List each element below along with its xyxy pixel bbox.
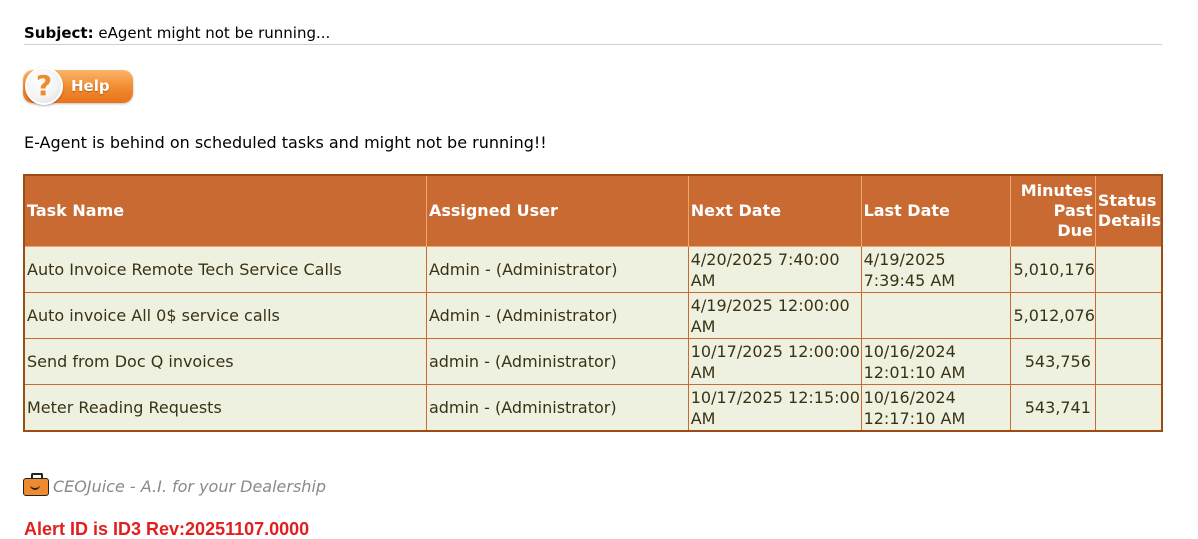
header-minutes-line1: Minutes xyxy=(1020,181,1093,200)
header-assigned-user: Assigned User xyxy=(425,174,689,247)
header-minutes-line2: Past xyxy=(1053,201,1093,220)
alert-id: Alert ID is ID3 Rev:20251107.0000 xyxy=(24,519,310,539)
cell-last-date xyxy=(860,292,1012,339)
header-status-line2: Details xyxy=(1097,211,1161,230)
subject-text: eAgent might not be running... xyxy=(98,24,331,42)
table-row: Auto invoice All 0$ service calls Admin … xyxy=(23,292,1163,339)
email-subject: Subject: eAgent might not be running... xyxy=(24,24,1162,45)
cell-next-date: 4/19/2025 12:00:00 AM xyxy=(687,292,862,339)
cell-last-date: 4/19/2025 7:39:45 AM xyxy=(860,246,1012,293)
cell-minutes-past-due: 543,741 xyxy=(1010,384,1096,432)
cell-last-date: 10/16/2024 12:01:10 AM xyxy=(860,338,1012,385)
cell-assigned-user: Admin - (Administrator) xyxy=(425,246,689,293)
tasks-table: Task Name Assigned User Next Date Last D… xyxy=(23,174,1163,432)
briefcase-smile-icon xyxy=(23,473,49,496)
cell-task-name: Auto Invoice Remote Tech Service Calls xyxy=(23,246,427,293)
cell-assigned-user: Admin - (Administrator) xyxy=(425,292,689,339)
cell-last-date: 10/16/2024 12:17:10 AM xyxy=(860,384,1012,432)
header-status-details: Status Details xyxy=(1094,174,1163,247)
table-row: Auto Invoice Remote Tech Service Calls A… xyxy=(23,246,1163,293)
cell-minutes-past-due: 5,012,076 xyxy=(1010,292,1096,339)
cell-assigned-user: admin - (Administrator) xyxy=(425,384,689,432)
cell-task-name: Send from Doc Q invoices xyxy=(23,338,427,385)
cell-status-details xyxy=(1094,246,1163,293)
question-mark-icon: ? xyxy=(25,67,63,105)
cell-assigned-user: admin - (Administrator) xyxy=(425,338,689,385)
help-button[interactable]: ? Help xyxy=(23,67,133,105)
subject-label: Subject: xyxy=(24,24,94,42)
ceojuice-brand: CEOJuice - A.I. for your Dealership xyxy=(23,473,327,498)
table-row: Send from Doc Q invoices admin - (Admini… xyxy=(23,338,1163,385)
brand-tagline: CEOJuice - A.I. for your Dealership xyxy=(53,476,327,496)
cell-task-name: Meter Reading Requests xyxy=(23,384,427,432)
header-next-date: Next Date xyxy=(687,174,862,247)
cell-minutes-past-due: 543,756 xyxy=(1010,338,1096,385)
header-last-date: Last Date xyxy=(860,174,1012,247)
header-status-line1: Status xyxy=(1097,191,1157,210)
cell-status-details xyxy=(1094,292,1163,339)
table-row: Meter Reading Requests admin - (Administ… xyxy=(23,384,1163,432)
header-minutes-past-due: Minutes Past Due xyxy=(1010,174,1096,247)
cell-next-date: 4/20/2025 7:40:00 AM xyxy=(687,246,862,293)
cell-status-details xyxy=(1094,384,1163,432)
cell-status-details xyxy=(1094,338,1163,385)
cell-task-name: Auto invoice All 0$ service calls xyxy=(23,292,427,339)
help-button-label: Help xyxy=(71,77,110,95)
cell-minutes-past-due: 5,010,176 xyxy=(1010,246,1096,293)
intro-message: E-Agent is behind on scheduled tasks and… xyxy=(24,133,547,152)
header-task-name: Task Name xyxy=(23,174,427,247)
cell-next-date: 10/17/2025 12:15:00 AM xyxy=(687,384,862,432)
cell-next-date: 10/17/2025 12:00:00 AM xyxy=(687,338,862,385)
table-header-row: Task Name Assigned User Next Date Last D… xyxy=(23,174,1163,247)
header-minutes-line3: Due xyxy=(1057,221,1093,240)
